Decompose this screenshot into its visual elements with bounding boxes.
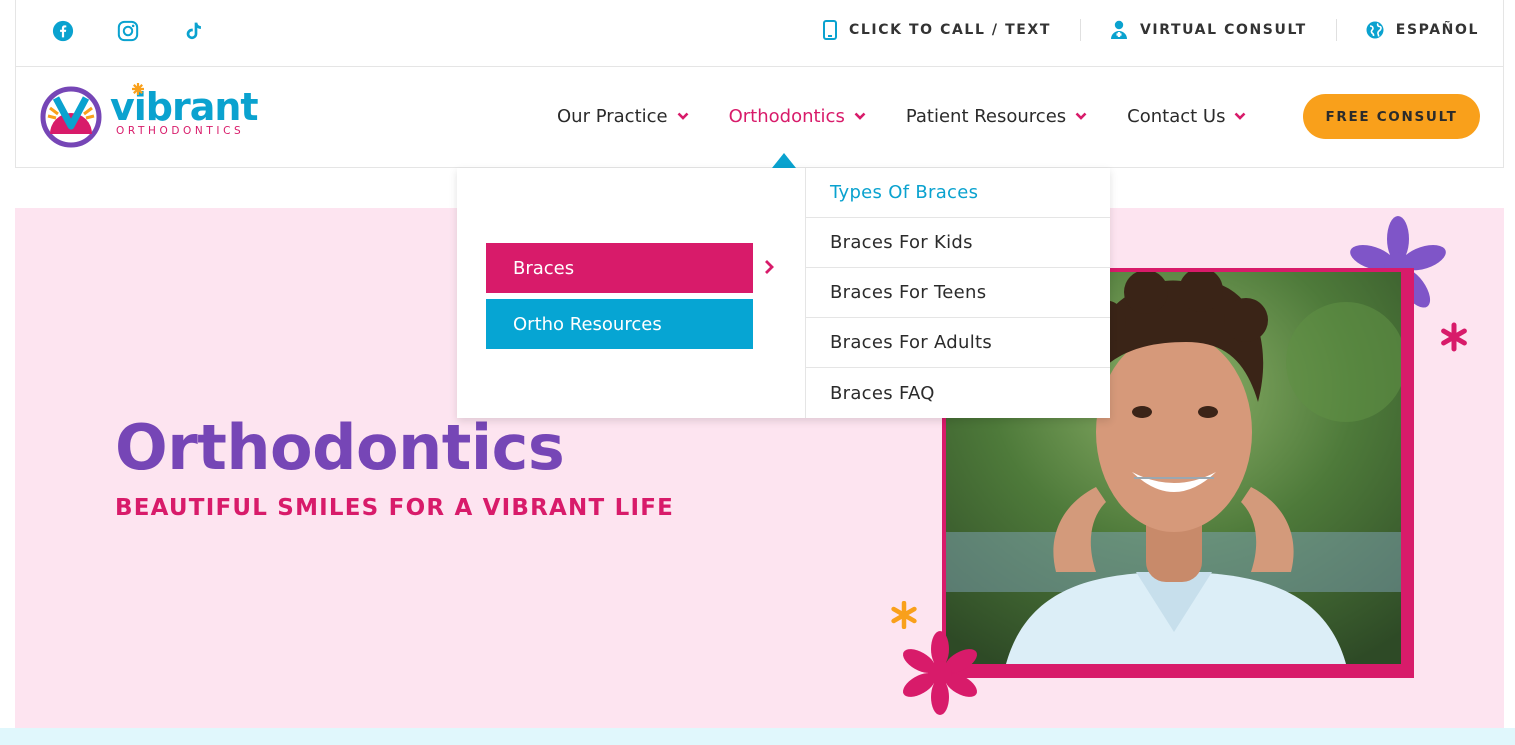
free-consult-button[interactable]: FREE CONSULT (1303, 94, 1480, 139)
nav-label: Contact Us (1127, 105, 1226, 127)
virtual-consult-label: VIRTUAL CONSULT (1139, 22, 1307, 38)
dropdown-link-braces-for-adults[interactable]: Braces For Adults (806, 318, 1110, 368)
dropdown-links: Types Of Braces Braces For Kids Braces F… (806, 168, 1110, 418)
chevron-right-icon (765, 260, 774, 274)
chevron-down-icon (1235, 112, 1246, 120)
social-links (46, 14, 241, 48)
page-title: Orthodontics (115, 411, 565, 484)
logo[interactable]: vibrant ORTHODONTICS (40, 83, 259, 149)
main-header: vibrant ORTHODONTICS Our Practice Orthod… (15, 67, 1504, 168)
dropdown-link-braces-for-kids[interactable]: Braces For Kids (806, 218, 1110, 268)
nav-contact-us[interactable]: Contact Us (1127, 106, 1246, 127)
dropdown-category-braces[interactable]: Braces (486, 243, 753, 293)
instagram-icon[interactable] (111, 14, 145, 48)
virtual-consult-link[interactable]: VIRTUAL CONSULT (1110, 20, 1307, 40)
hero-tagline: BEAUTIFUL SMILES FOR A VIBRANT LIFE (115, 495, 675, 521)
language-link[interactable]: ESPAÑOL (1366, 21, 1479, 39)
nav-our-practice[interactable]: Our Practice (557, 106, 689, 127)
logo-subtitle: ORTHODONTICS (116, 125, 245, 137)
asterisk-pink-icon (1441, 322, 1467, 352)
tiktok-icon[interactable] (176, 14, 210, 48)
logo-mark-icon (40, 86, 102, 148)
call-link[interactable]: CLICK TO CALL / TEXT (822, 20, 1051, 40)
nav-patient-resources[interactable]: Patient Resources (906, 106, 1087, 127)
phone-icon (822, 20, 837, 40)
language-label: ESPAÑOL (1395, 22, 1479, 38)
dropdown-category-ortho-resources[interactable]: Ortho Resources (486, 299, 753, 349)
dropdown-categories: Braces Ortho Resources (457, 168, 806, 418)
dropdown-link-braces-faq[interactable]: Braces FAQ (806, 368, 1110, 418)
doctor-icon (1110, 20, 1127, 39)
orthodontics-dropdown: Braces Ortho Resources Types Of Braces B… (457, 168, 1110, 418)
flower-pink-icon (902, 631, 978, 715)
call-label: CLICK TO CALL / TEXT (848, 22, 1051, 38)
nav-orthodontics[interactable]: Orthodontics (729, 106, 866, 127)
chevron-down-icon (1075, 112, 1087, 120)
chevron-down-icon (677, 112, 689, 120)
facebook-icon[interactable] (46, 14, 80, 48)
utility-bar: CLICK TO CALL / TEXT VIRTUAL CONSULT ESP… (15, 0, 1504, 67)
divider (1335, 19, 1337, 41)
chevron-down-icon (854, 112, 866, 120)
nav-label: Orthodontics (728, 105, 845, 127)
nav-label: Patient Resources (905, 105, 1067, 127)
nav-label: Our Practice (557, 105, 668, 127)
page: CLICK TO CALL / TEXT VIRTUAL CONSULT ESP… (0, 0, 1515, 745)
dropdown-link-braces-for-teens[interactable]: Braces For Teens (806, 268, 1110, 318)
main-nav: Our Practice Orthodontics Patient Resour… (557, 97, 1286, 135)
divider (1079, 19, 1081, 41)
dropdown-link-types-of-braces[interactable]: Types Of Braces (806, 168, 1110, 218)
globe-icon (1366, 21, 1384, 39)
utility-links: CLICK TO CALL / TEXT VIRTUAL CONSULT ESP… (822, 0, 1479, 60)
asterisk-orange-icon (891, 601, 917, 629)
asterisk-icon (132, 83, 144, 95)
dropdown-pointer (772, 153, 796, 168)
bottom-band (0, 728, 1515, 745)
